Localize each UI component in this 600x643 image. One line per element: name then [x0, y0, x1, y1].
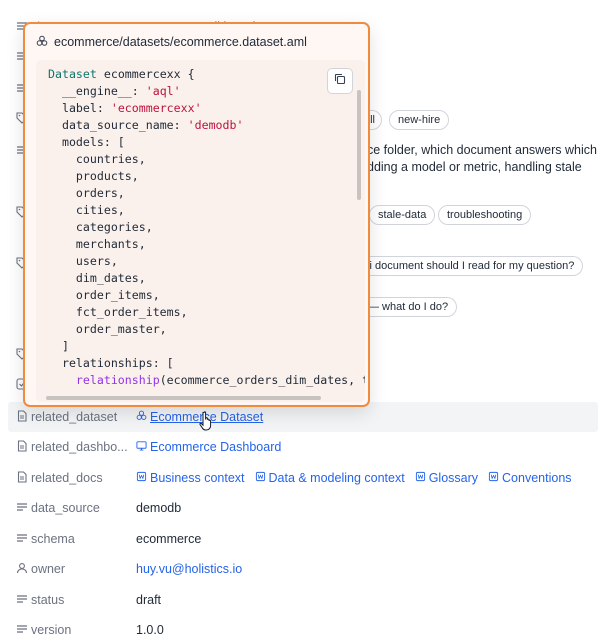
file-path: ecommerce/datasets/ecommerce.dataset.aml — [54, 35, 307, 49]
tag-chip[interactable]: new-hire — [389, 110, 450, 130]
code-model: products, — [75, 169, 139, 183]
prop-key: status — [31, 593, 65, 607]
code-key: __engine__: — [61, 84, 139, 98]
related-doc-link[interactable]: Glossary — [415, 471, 478, 485]
prop-value: 1.0.0 — [136, 623, 164, 637]
code-string: 'aql' — [145, 84, 181, 98]
related-doc-link[interactable]: Business context — [136, 471, 245, 485]
dataset-icon — [136, 410, 147, 424]
related-doc-link[interactable]: Data & modeling context — [255, 471, 405, 485]
code-model: cities, — [75, 203, 125, 217]
prop-key: version — [31, 623, 72, 637]
code-model: countries, — [75, 152, 146, 166]
code-string: 'demodb' — [187, 118, 244, 132]
code-model: merchants, — [75, 237, 146, 251]
tag-chip[interactable]: troubleshooting — [438, 205, 532, 225]
code-key: models: [ — [61, 135, 125, 149]
link-label: Conventions — [502, 471, 572, 485]
prop-row-status: status draft — [8, 585, 598, 615]
code-function: relationship — [75, 373, 160, 387]
code-key: relationships: [ — [61, 356, 174, 370]
prop-key: data_source — [31, 501, 100, 515]
prop-row-related-dashboard: related_dashbo... Ecommerce Dashboard — [8, 432, 598, 462]
code-args: (ecommerce_orders_dim_dates, t — [159, 373, 365, 387]
hand-cursor-icon — [199, 411, 212, 431]
code-model: users, — [75, 254, 118, 268]
prop-key: schema — [31, 532, 75, 546]
doc-icon — [488, 471, 499, 485]
prop-key: related_dashbo... — [31, 440, 128, 454]
link-label: Ecommerce Dashboard — [150, 440, 282, 454]
code-keyword: Dataset — [48, 67, 97, 81]
question-chip[interactable]: ki document should I read for my questio… — [360, 256, 584, 276]
prop-row-related-docs: related_docs Business context Data & mod… — [8, 463, 598, 493]
horizontal-scrollbar[interactable] — [46, 396, 321, 400]
code-model: fct_order_items, — [75, 305, 188, 319]
code-content: Dataset ecommercexx { __engine__: 'aql' … — [48, 66, 365, 389]
prop-row-schema: schema ecommerce — [8, 524, 598, 554]
file-icon — [16, 410, 28, 422]
prop-value: draft — [136, 593, 162, 607]
doc-icon — [255, 471, 266, 485]
prop-row-data-source: data_source demodb — [8, 493, 598, 523]
copy-icon — [334, 72, 346, 90]
text-lines-icon — [16, 623, 28, 635]
prop-key: related_dataset — [31, 410, 118, 424]
prop-value: demodb — [136, 501, 182, 515]
code-key: label: — [61, 101, 104, 115]
text-lines-icon — [16, 501, 28, 513]
doc-icon — [415, 471, 426, 485]
question-chip[interactable]: — what do I do? — [364, 297, 458, 317]
code-model: orders, — [75, 186, 125, 200]
prop-key: related_docs — [31, 471, 103, 485]
link-label: Business context — [150, 471, 245, 485]
link-label: Data & modeling context — [268, 471, 405, 485]
vertical-scrollbar[interactable] — [357, 90, 361, 200]
code-model: order_items, — [75, 288, 160, 302]
doc-icon — [136, 471, 147, 485]
prop-value: ecommerce — [136, 532, 202, 546]
prop-key: owner — [31, 562, 66, 576]
dashboard-icon — [136, 440, 147, 454]
text-lines-icon — [16, 532, 28, 544]
prop-row-version: version 1.0.0 — [8, 615, 598, 643]
owner-email-link[interactable]: huy.vu@holistics.io — [136, 562, 242, 576]
related-doc-link[interactable]: Conventions — [488, 471, 572, 485]
code-key: data_source_name: — [61, 118, 181, 132]
link-label: Glossary — [428, 471, 479, 485]
tag-chip[interactable]: stale-data — [369, 205, 436, 225]
file-icon — [16, 471, 28, 483]
code-model: categories, — [75, 220, 153, 234]
user-icon — [16, 562, 28, 574]
file-icon — [16, 440, 28, 452]
prop-row-owner: owner huy.vu@holistics.io — [8, 554, 598, 584]
code-model: order_master, — [75, 322, 167, 336]
related-dashboard-link[interactable]: Ecommerce Dashboard — [136, 440, 281, 454]
copy-button[interactable] — [327, 68, 353, 94]
text-lines-icon — [16, 593, 28, 605]
popover-header: ecommerce/datasets/ecommerce.dataset.aml — [25, 24, 368, 60]
code-string: 'ecommercexx' — [110, 101, 202, 115]
code-identifier: ecommercexx — [103, 67, 181, 81]
description-text: ce folder, which document answers which — [367, 143, 597, 157]
code-model: dim_dates, — [75, 271, 146, 285]
dataset-icon — [36, 35, 48, 50]
dataset-preview-popover: ecommerce/datasets/ecommerce.dataset.aml… — [23, 22, 370, 407]
code-block: Dataset ecommercexx { __engine__: 'aql' … — [36, 60, 365, 402]
description-text: dding a model or metric, handling stale — [367, 160, 582, 174]
code-punct: ] — [61, 339, 69, 353]
